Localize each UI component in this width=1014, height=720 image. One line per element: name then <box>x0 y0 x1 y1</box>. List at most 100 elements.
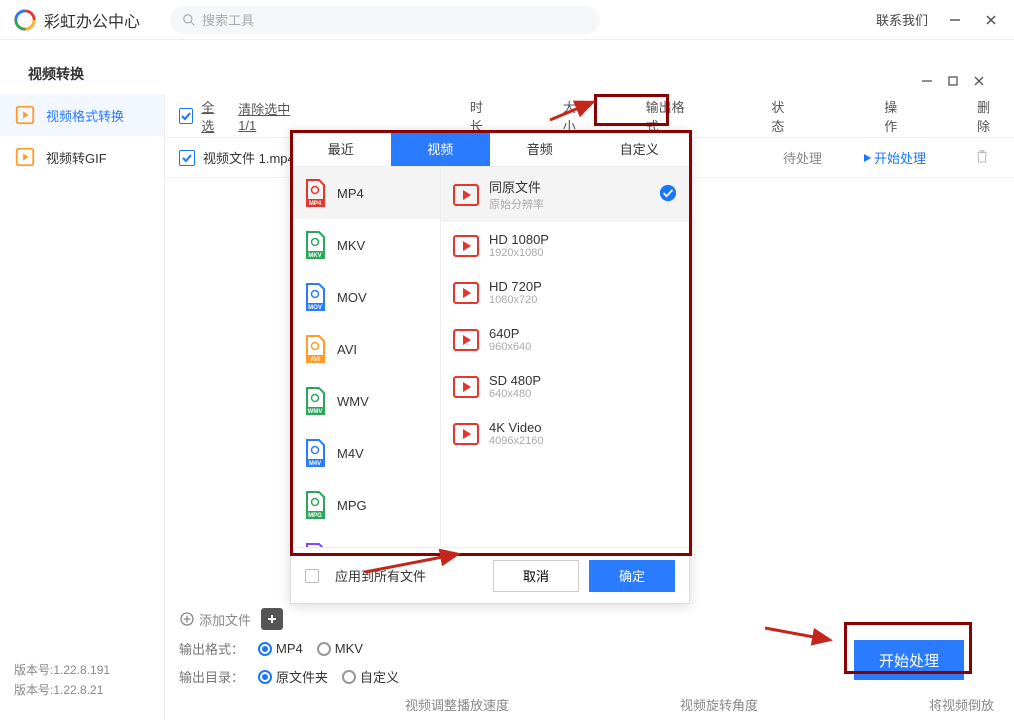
version-1: 版本号:1.22.8.191 <box>14 661 110 678</box>
col-op: 操作 <box>884 97 907 135</box>
popup-tab-1[interactable]: 视频 <box>391 131 491 166</box>
svg-text:MKV: MKV <box>308 253 321 259</box>
feature-row: 视频调整播放速度 视频旋转角度 将视频倒放 <box>405 695 994 714</box>
svg-text:M4V: M4V <box>309 461 321 467</box>
play-icon <box>862 153 872 163</box>
resolution-list: 同原文件原始分辨率HD 1080P1920x1080HD 720P1080x72… <box>441 167 689 547</box>
apply-all-label: 应用到所有文件 <box>335 566 426 585</box>
svg-text:WMV: WMV <box>308 409 323 415</box>
add-file-bar: 添加文件 <box>179 608 283 630</box>
file-m4v-icon: M4V <box>303 439 327 467</box>
select-all-link[interactable]: 全选 <box>201 97 224 135</box>
contact-link[interactable]: 联系我们 <box>876 10 928 29</box>
outfmt-label: 输出格式： <box>179 639 244 658</box>
video-icon <box>453 184 479 206</box>
file-state: 待处理 <box>783 148 822 167</box>
start-process-button[interactable]: 开始处理 <box>854 640 964 680</box>
svg-text:MOV: MOV <box>308 305 322 311</box>
search-placeholder: 搜索工具 <box>202 10 254 29</box>
cancel-button[interactable]: 取消 <box>493 560 579 592</box>
sub-close-button[interactable] <box>972 74 986 88</box>
file-checkbox[interactable] <box>179 150 195 166</box>
outdir-custom[interactable]: 自定义 <box>342 667 399 686</box>
video-gif-icon <box>14 146 36 168</box>
popup-tab-2[interactable]: 音频 <box>490 131 590 166</box>
resolution-item[interactable]: 640P960x640 <box>441 316 689 363</box>
check-icon <box>659 184 677 205</box>
col-del: 删除 <box>977 97 1000 135</box>
clear-selection-link[interactable]: 清除选中1/1 <box>238 99 300 133</box>
sub-minimize-button[interactable] <box>920 74 934 88</box>
app-logo-icon <box>14 9 36 31</box>
file-wmv-icon: WMV <box>303 387 327 415</box>
add-file-button[interactable]: 添加文件 <box>179 610 251 629</box>
app-name: 彩虹办公中心 <box>44 8 140 32</box>
file-vob-icon: VOB <box>303 543 327 547</box>
format-list: MP4MP4MKVMKVMOVMOVAVIAVIWMVWMVM4VM4VMPGM… <box>291 167 441 547</box>
outdir-orig[interactable]: 原文件夹 <box>258 667 328 686</box>
file-mp4-icon: MP4 <box>303 179 327 207</box>
trash-icon <box>974 148 990 164</box>
resolution-item[interactable]: 同原文件原始分辨率 <box>441 167 689 222</box>
sidebar-item-video-format[interactable]: 视频格式转换 <box>0 94 164 136</box>
search-input[interactable]: 搜索工具 <box>170 6 600 34</box>
file-avi-icon: AVI <box>303 335 327 363</box>
version-2: 版本号:1.22.8.21 <box>14 681 103 698</box>
feature-reverse: 将视频倒放 <box>929 695 994 714</box>
panel-title: 视频转换 <box>0 40 1014 94</box>
file-mov-icon: MOV <box>303 283 327 311</box>
resolution-item[interactable]: 4K Video4096x2160 <box>441 410 689 457</box>
delete-button[interactable] <box>974 148 990 167</box>
col-state: 状态 <box>771 97 794 135</box>
video-icon <box>453 376 479 398</box>
sidebar-item-video-gif[interactable]: 视频转GIF <box>0 136 164 178</box>
plus-circle-icon <box>179 611 195 627</box>
sub-window-controls <box>920 74 986 88</box>
resolution-item[interactable]: SD 480P640x480 <box>441 363 689 410</box>
start-process-link[interactable]: 开始处理 <box>862 148 926 167</box>
sub-maximize-button[interactable] <box>946 74 960 88</box>
outdir-label: 输出目录： <box>179 667 244 686</box>
format-m4v[interactable]: M4VM4V <box>291 427 440 479</box>
col-outfmt: 输出格式 <box>646 97 692 135</box>
file-mpg-icon: MPG <box>303 491 327 519</box>
format-wmv[interactable]: WMVWMV <box>291 375 440 427</box>
feature-speed: 视频调整播放速度 <box>405 695 509 714</box>
outfmt-mkv[interactable]: MKV <box>317 641 363 656</box>
video-icon <box>453 282 479 304</box>
file-name: 视频文件 1.mp4 <box>203 148 295 167</box>
file-mkv-icon: MKV <box>303 231 327 259</box>
sidebar: 视频格式转换视频转GIF <box>0 94 165 720</box>
select-all-checkbox[interactable] <box>179 108 193 124</box>
format-mp4[interactable]: MP4MP4 <box>291 167 440 219</box>
video-icon <box>453 329 479 351</box>
popup-tabs: 最近视频音频自定义 <box>291 131 689 167</box>
format-mov[interactable]: MOVMOV <box>291 271 440 323</box>
format-mpg[interactable]: MPGMPG <box>291 479 440 531</box>
popup-tab-3[interactable]: 自定义 <box>590 131 690 166</box>
minimize-button[interactable] <box>946 11 964 29</box>
format-avi[interactable]: AVIAVI <box>291 323 440 375</box>
close-button[interactable] <box>982 11 1000 29</box>
format-mkv[interactable]: MKVMKV <box>291 219 440 271</box>
add-folder-button[interactable] <box>261 608 283 630</box>
video-icon <box>453 423 479 445</box>
format-popup: 最近视频音频自定义 MP4MP4MKVMKVMOVMOVAVIAVIWMVWMV… <box>290 130 690 604</box>
popup-tab-0[interactable]: 最近 <box>291 131 391 166</box>
resolution-item[interactable]: HD 720P1080x720 <box>441 269 689 316</box>
col-duration: 时长 <box>470 97 493 135</box>
video-format-icon <box>14 104 36 126</box>
col-size: 大小 <box>563 97 586 135</box>
ok-button[interactable]: 确定 <box>589 560 675 592</box>
apply-all-checkbox[interactable] <box>305 569 319 583</box>
svg-text:MP4: MP4 <box>309 201 322 207</box>
title-bar: 彩虹办公中心 搜索工具 联系我们 <box>0 0 1014 40</box>
resolution-item[interactable]: HD 1080P1920x1080 <box>441 222 689 269</box>
outfmt-mp4[interactable]: MP4 <box>258 641 303 656</box>
feature-rotate: 视频旋转角度 <box>680 695 758 714</box>
format-vob[interactable]: VOBVOB <box>291 531 440 547</box>
svg-text:AVI: AVI <box>310 357 320 363</box>
popup-footer: 应用到所有文件 取消 确定 <box>291 547 689 603</box>
search-icon <box>182 13 196 27</box>
svg-text:MPG: MPG <box>308 513 322 519</box>
